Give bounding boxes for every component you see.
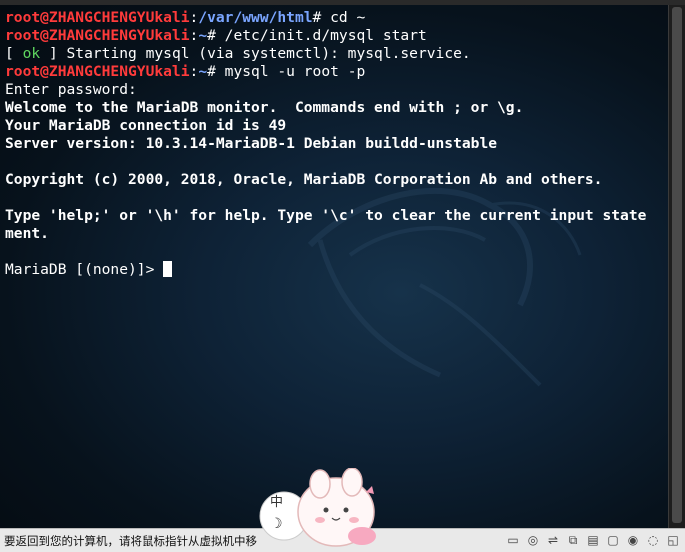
terminal-output: root@ZHANGCHENGYUkali:/var/www/html# cd …	[5, 9, 646, 279]
status-bracket: [	[5, 45, 23, 62]
prompt-colon: :	[189, 9, 199, 26]
prompt-user: root@ZHANGCHENGYUkali	[5, 63, 190, 80]
display-icon[interactable]: ▤	[585, 532, 601, 548]
terminal-window[interactable]: root@ZHANGCHENGYUkali:/var/www/html# cd …	[0, 5, 668, 528]
command-text: # mysql -u root -p	[207, 63, 366, 80]
terminal-line: [ ok ] Starting mysql (via systemctl): m…	[5, 45, 646, 63]
prompt-path: ~	[198, 63, 208, 80]
prompt-user: root@ZHANGCHENGYUkali	[5, 27, 190, 44]
device-tray: ▭ ◎ ⇌ ⧉ ▤ ▢ ◉ ◌ ◱	[505, 532, 681, 548]
command-text: # /etc/init.d/mysql start	[207, 27, 427, 44]
terminal-line: ment.	[5, 225, 49, 242]
record-icon[interactable]: ◉	[625, 532, 641, 548]
usb-icon[interactable]: ⇌	[545, 532, 561, 548]
mariadb-prompt-line[interactable]: MariaDB [(none)]>	[5, 261, 646, 279]
terminal-line: Copyright (c) 2000, 2018, Oracle, MariaD…	[5, 171, 603, 188]
command-text: # cd ~	[312, 9, 366, 26]
terminal-line: Your MariaDB connection id is 49	[5, 117, 287, 134]
prompt-colon: :	[189, 63, 199, 80]
host-key-icon[interactable]: ◱	[665, 532, 681, 548]
hdd-icon[interactable]: ▭	[505, 532, 521, 548]
status-ok: ok	[22, 45, 41, 62]
prompt-path: /var/www/html	[198, 9, 313, 26]
ime-indicator: 中	[270, 495, 283, 510]
terminal-line: Server version: 10.3.14-MariaDB-1 Debian…	[5, 135, 498, 152]
prompt-path: ~	[198, 27, 208, 44]
shared-folder-icon[interactable]: ▢	[605, 532, 621, 548]
desktop-pet-icon[interactable]: 中 ☽	[258, 468, 382, 551]
scrollbar-thumb[interactable]	[672, 7, 682, 523]
prompt-colon: :	[189, 27, 199, 44]
release-mouse-hint: 要返回到您的计算机，请将鼠标指针从虚拟机中移	[4, 534, 257, 548]
cd-icon[interactable]: ◎	[525, 532, 541, 548]
terminal-line: Type 'help;' or '\h' for help. Type '\c'…	[5, 207, 647, 224]
prompt-user: root@ZHANGCHENGYUkali	[5, 9, 190, 26]
network-icon[interactable]: ⧉	[565, 532, 581, 548]
status-message: ] Starting mysql (via systemctl): mysql.…	[40, 45, 471, 62]
terminal-scrollbar[interactable]	[668, 5, 685, 528]
mariadb-prompt: MariaDB [(none)]>	[5, 261, 164, 278]
terminal-line: Welcome to the MariaDB monitor. Commands…	[5, 99, 524, 116]
terminal-line: root@ZHANGCHENGYUkali:~# /etc/init.d/mys…	[5, 27, 646, 45]
text-cursor	[163, 261, 173, 277]
terminal-line: Enter password:	[5, 81, 137, 98]
terminal-line: root@ZHANGCHENGYUkali:~# mysql -u root -…	[5, 63, 646, 81]
terminal-line: root@ZHANGCHENGYUkali:/var/www/html# cd …	[5, 9, 646, 27]
capture-icon[interactable]: ◌	[645, 532, 661, 548]
moon-indicator: ☽	[270, 516, 283, 532]
vm-display[interactable]: root@ZHANGCHENGYUkali:/var/www/html# cd …	[0, 0, 685, 528]
